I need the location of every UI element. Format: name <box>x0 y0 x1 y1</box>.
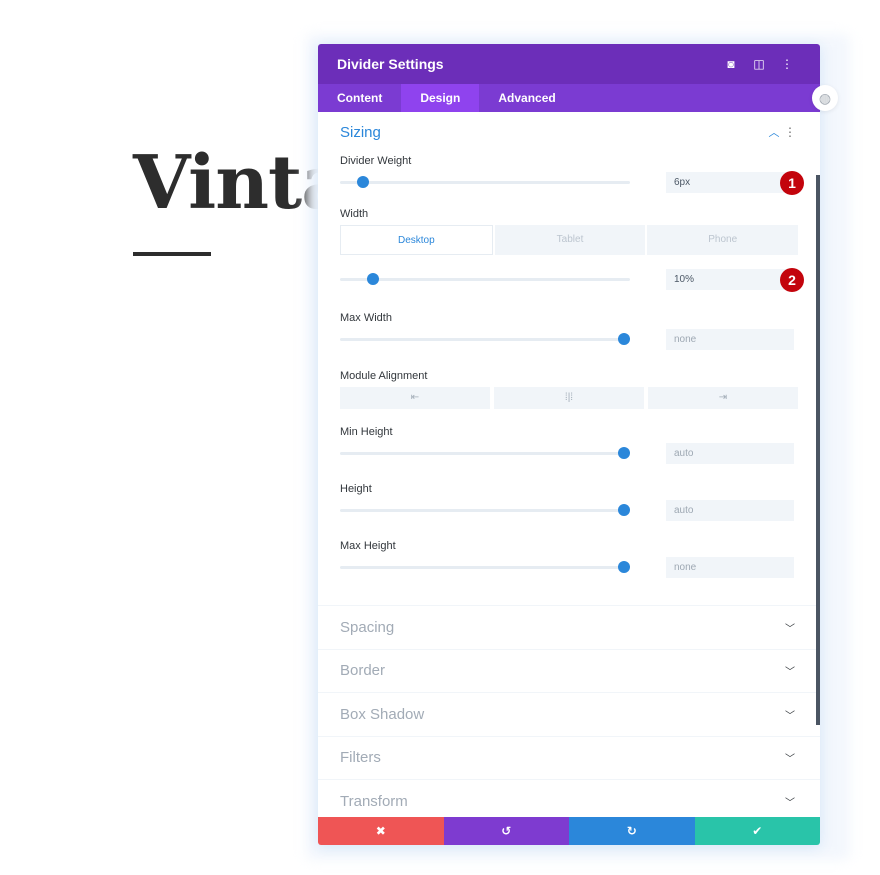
section-title: Sizing <box>340 123 381 141</box>
section-sizing-header[interactable]: Sizing ︿ ⋮ <box>318 112 820 152</box>
field-label: Min Height <box>340 426 393 438</box>
section-title: Transform <box>340 792 408 810</box>
height-input[interactable]: auto <box>666 500 794 521</box>
divider-weight-input[interactable]: 6px <box>666 172 794 193</box>
redo-icon: ↻ <box>626 824 637 838</box>
panel-scrollbar[interactable] <box>816 175 820 725</box>
more-vertical-icon[interactable]: ⋮ <box>782 125 798 139</box>
chevron-down-icon[interactable]: ﹀ <box>782 750 798 765</box>
tab-advanced[interactable]: Advanced <box>479 84 574 112</box>
slider-thumb[interactable] <box>618 561 631 573</box>
alignment-options: ⇤ ⁞|⁞ ⇥ <box>340 387 798 409</box>
undo-button[interactable]: ↺ <box>443 817 569 845</box>
section-filters[interactable]: Filters ﹀ <box>318 735 820 780</box>
field-label: Height <box>340 483 372 495</box>
device-tabs: Desktop Tablet Phone <box>340 225 799 255</box>
page-divider <box>133 252 211 256</box>
field-min-height: Min Height auto <box>318 423 820 467</box>
slider-track[interactable] <box>340 509 630 512</box>
section-transform[interactable]: Transform ﹀ <box>318 779 820 817</box>
chevron-down-icon[interactable]: ﹀ <box>782 663 798 678</box>
slider-thumb[interactable] <box>357 176 370 188</box>
focus-icon[interactable]: ◙ <box>717 57 745 71</box>
device-tab-desktop[interactable]: Desktop <box>340 225 493 255</box>
device-tab-tablet[interactable]: Tablet <box>494 225 646 255</box>
slider-track[interactable] <box>340 278 630 281</box>
field-width: Width Desktop Tablet Phone 10% 2 <box>318 205 820 293</box>
max-height-input[interactable]: none <box>666 557 794 578</box>
section-spacing[interactable]: Spacing ﹀ <box>318 605 820 649</box>
chevron-down-icon[interactable]: ﹀ <box>782 620 798 635</box>
redo-button[interactable]: ↻ <box>569 817 695 845</box>
section-title: Border <box>340 662 386 680</box>
close-icon: ✖ <box>375 824 386 838</box>
slider-thumb[interactable] <box>618 504 631 516</box>
section-title: Filters <box>340 749 381 767</box>
slider-track[interactable] <box>340 566 630 569</box>
panel-tabs: Content Design Advanced <box>318 84 820 112</box>
divider-settings-panel: Divider Settings ◙ ◫ ⋮ Content Design Ad… <box>318 44 820 845</box>
slider-thumb[interactable] <box>618 447 631 459</box>
slider-track[interactable] <box>340 452 630 455</box>
panel-footer: ✖ ↺ ↻ ✔ <box>318 817 820 845</box>
more-vertical-icon[interactable]: ⋮ <box>773 57 801 71</box>
field-module-alignment: Module Alignment ⇤ ⁞|⁞ ⇥ <box>318 367 820 409</box>
tab-content[interactable]: Content <box>318 84 401 112</box>
slider-track[interactable] <box>340 338 630 341</box>
slider-thumb[interactable] <box>367 273 380 285</box>
field-max-height: Max Height none <box>318 537 820 581</box>
section-title: Spacing <box>340 618 395 636</box>
panel-header[interactable]: Divider Settings ◙ ◫ ⋮ <box>318 44 820 84</box>
field-label: Max Width <box>340 312 392 324</box>
field-label: Divider Weight <box>340 155 412 167</box>
align-center-icon[interactable]: ⁞|⁞ <box>494 387 644 409</box>
align-left-icon[interactable]: ⇤ <box>340 387 490 409</box>
field-max-width: Max Width none <box>318 309 820 353</box>
field-label: Width <box>340 208 369 220</box>
field-label: Max Height <box>340 540 396 552</box>
undo-icon: ↺ <box>501 824 512 838</box>
panel-title: Divider Settings <box>337 56 444 72</box>
panel-body: Sizing ︿ ⋮ Divider Weight 6px 1 Width De… <box>318 112 820 817</box>
chevron-down-icon[interactable]: ﹀ <box>782 794 798 809</box>
globe-icon[interactable]: ◍ <box>812 85 838 111</box>
device-tab-phone[interactable]: Phone <box>647 225 799 255</box>
section-border[interactable]: Border ﹀ <box>318 648 820 693</box>
chevron-up-icon[interactable]: ︿ <box>766 124 782 140</box>
slider-track[interactable] <box>340 181 630 184</box>
annotation-badge: 2 <box>780 268 804 292</box>
field-divider-weight: Divider Weight 6px 1 <box>318 152 820 196</box>
save-button[interactable]: ✔ <box>694 817 820 845</box>
min-height-input[interactable]: auto <box>666 443 794 464</box>
slider-thumb[interactable] <box>618 333 631 345</box>
check-icon: ✔ <box>752 824 763 838</box>
width-input[interactable]: 10% <box>666 269 794 290</box>
chevron-down-icon[interactable]: ﹀ <box>782 707 798 722</box>
align-right-icon[interactable]: ⇥ <box>648 387 798 409</box>
cancel-button[interactable]: ✖ <box>318 817 444 845</box>
section-title: Box Shadow <box>340 705 425 723</box>
tab-design[interactable]: Design <box>401 84 480 112</box>
section-box-shadow[interactable]: Box Shadow ﹀ <box>318 692 820 736</box>
max-width-input[interactable]: none <box>666 329 794 350</box>
field-height: Height auto <box>318 480 820 524</box>
field-label: Module Alignment <box>340 370 428 382</box>
annotation-badge: 1 <box>780 171 804 195</box>
split-view-icon[interactable]: ◫ <box>745 57 773 71</box>
